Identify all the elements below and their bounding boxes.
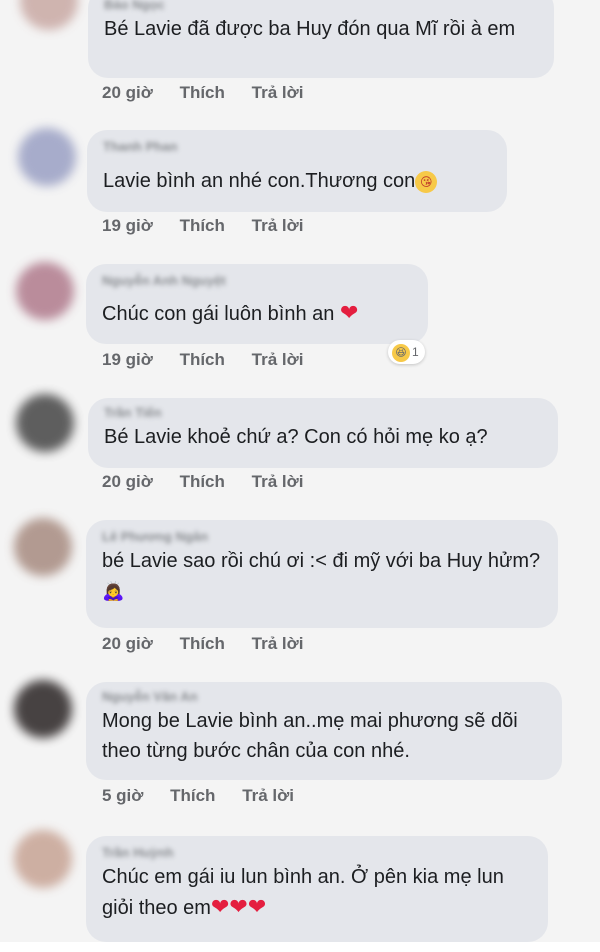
heart-icon: ❤	[229, 894, 248, 919]
avatar[interactable]	[14, 830, 72, 888]
comment-text: bé Lavie sao rồi chú ơi :< đi mỹ với ba …	[102, 546, 548, 606]
comment-bubble: Lê Phương Ngân bé Lavie sao rồi chú ơi :…	[86, 520, 558, 628]
comment-text-content: Chúc em gái iu lun bình an. Ở pên kia mẹ…	[102, 866, 504, 919]
comment-text-content: Lavie bình an nhé con.Thương con	[103, 170, 416, 192]
heart-icon: ❤	[339, 300, 359, 325]
comment-actions: 19 giờ Thích Trả lời	[102, 216, 325, 236]
comment-text: Chúc con gái luôn bình an ❤	[102, 298, 412, 329]
comment-actions: 20 giờ Thích Trả lời	[102, 83, 325, 103]
comment-bubble: Nguyễn Anh Nguyệt Chúc con gái luôn bình…	[86, 264, 428, 344]
comment-bubble: Thanh Phan Lavie bình an nhé con.Thương …	[87, 130, 507, 212]
reaction-count: 1	[412, 345, 419, 359]
comment-actions: 5 giờ Thích Trả lời	[102, 786, 316, 806]
avatar[interactable]	[16, 262, 74, 320]
comment-time[interactable]: 20 giờ	[102, 634, 153, 654]
bottom-edge	[0, 942, 600, 952]
comment-actions: 19 giờ Thích Trả lời	[102, 350, 325, 370]
comment-text: Chúc em gái iu lun bình an. Ở pên kia mẹ…	[102, 862, 538, 923]
like-button[interactable]: Thích	[170, 786, 215, 806]
avatar[interactable]	[16, 394, 74, 452]
comment-text: Bé Lavie khoẻ chứ a? Con có hỏi mẹ ko ạ?	[104, 426, 488, 448]
avatar[interactable]	[20, 0, 78, 30]
heart-icon: ❤	[210, 894, 230, 919]
reply-button[interactable]: Trả lời	[252, 634, 304, 654]
commenter-name[interactable]: Lê Phương Ngân	[102, 528, 542, 546]
reply-button[interactable]: Trả lời	[252, 83, 304, 103]
avatar[interactable]	[14, 680, 72, 738]
woman-emoji-icon: 🙇‍♀️	[102, 581, 125, 601]
reply-button[interactable]: Trả lời	[242, 786, 294, 806]
reply-button[interactable]: Trả lời	[252, 350, 304, 370]
like-button[interactable]: Thích	[180, 634, 225, 654]
comment-bubble: Trần Huỳnh Chúc em gái iu lun bình an. Ở…	[86, 836, 548, 942]
like-button[interactable]: Thích	[180, 472, 225, 492]
comment-time[interactable]: 5 giờ	[102, 786, 143, 806]
comment-bubble: Nguyễn Văn An Mong be Lavie bình an..mẹ …	[86, 682, 562, 780]
avatar[interactable]	[14, 518, 72, 576]
commenter-name[interactable]: Thanh Phan	[103, 138, 491, 156]
laughing-face-icon: 😆	[392, 343, 410, 362]
commenter-name[interactable]: Nguyễn Văn An	[102, 688, 546, 706]
reply-button[interactable]: Trả lời	[252, 216, 304, 236]
commenter-name[interactable]: Nguyễn Anh Nguyệt	[102, 272, 412, 290]
comment-text-content: bé Lavie sao rồi chú ơi :< đi mỹ với ba …	[102, 550, 541, 572]
avatar[interactable]	[18, 128, 76, 186]
heart-icon: ❤	[247, 894, 267, 919]
comment-actions: 20 giờ Thích Trả lời	[102, 472, 325, 492]
comment-text: Bé Lavie đã được ba Huy đón qua Mĩ rồi à…	[104, 18, 516, 40]
comment-actions: 20 giờ Thích Trả lời	[102, 634, 325, 654]
comment-time[interactable]: 19 giờ	[102, 216, 153, 236]
comment-text: Mong be Lavie bình an..mẹ mai phương sẽ …	[102, 710, 518, 762]
comment-bubble: Bảo Ngọc Bé Lavie đã được ba Huy đón qua…	[88, 0, 554, 78]
comment-text-content: Chúc con gái luôn bình an	[102, 303, 335, 325]
comment-text: Lavie bình an nhé con.Thương con 😘	[103, 166, 491, 196]
commenter-name[interactable]: Bảo Ngọc	[104, 0, 538, 14]
reply-button[interactable]: Trả lời	[252, 472, 304, 492]
reaction-badge[interactable]: 😆 1	[388, 340, 425, 364]
commenter-name[interactable]: Trần Huỳnh	[102, 844, 532, 862]
like-button[interactable]: Thích	[180, 350, 225, 370]
commenter-name[interactable]: Trần Tiến	[104, 404, 542, 422]
like-button[interactable]: Thích	[180, 83, 225, 103]
kissing-face-icon: 😘	[415, 170, 438, 193]
comment-time[interactable]: 19 giờ	[102, 350, 153, 370]
comment-time[interactable]: 20 giờ	[102, 472, 153, 492]
like-button[interactable]: Thích	[180, 216, 225, 236]
comment-bubble: Trần Tiến Bé Lavie khoẻ chứ a? Con có hỏ…	[88, 398, 558, 468]
comment-time[interactable]: 20 giờ	[102, 83, 153, 103]
